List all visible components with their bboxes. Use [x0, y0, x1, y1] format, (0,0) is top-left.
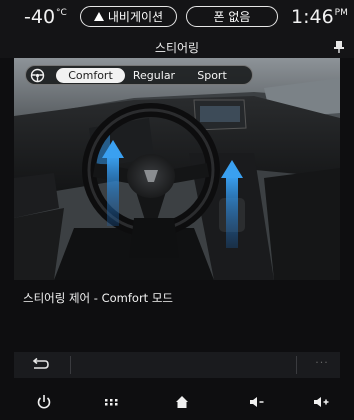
- mode-sport-button[interactable]: Sport: [184, 68, 240, 83]
- steering-illustration: Comfort Regular Sport: [14, 58, 340, 280]
- home-icon[interactable]: [170, 392, 194, 412]
- action-bar: ···: [14, 352, 340, 378]
- navigation-arrow-icon: [93, 12, 104, 21]
- phone-label: 폰 없음: [213, 10, 251, 24]
- action-divider: [70, 356, 71, 374]
- bottom-navigation: [0, 384, 354, 420]
- back-icon[interactable]: [30, 357, 50, 373]
- title-bar: 스티어링: [0, 36, 354, 58]
- volume-up-icon[interactable]: [310, 392, 334, 412]
- steering-wheel-icon: [30, 68, 45, 83]
- action-divider: [296, 356, 297, 374]
- mode-regular-button[interactable]: Regular: [126, 68, 182, 83]
- mode-description: 스티어링 제어 - Comfort 모드: [23, 291, 174, 305]
- page-title: 스티어링: [154, 41, 200, 55]
- steering-screen: -40°C 내비게이션 폰 없음 1:46PM 스티어링 Comfort Reg…: [0, 0, 354, 420]
- volume-down-icon[interactable]: [245, 392, 269, 412]
- pin-icon[interactable]: [333, 40, 345, 54]
- navigation-label: 내비게이션: [107, 10, 164, 24]
- phone-button[interactable]: 폰 없음: [186, 6, 278, 27]
- clock: 1:46PM: [291, 6, 348, 28]
- more-icon[interactable]: ···: [312, 356, 332, 374]
- car-interior-image: [14, 58, 340, 280]
- steering-mode-selector: Comfort Regular Sport: [25, 65, 253, 85]
- outside-temperature: -40°C: [24, 6, 67, 28]
- apps-grid-icon[interactable]: [99, 392, 123, 412]
- power-icon[interactable]: [32, 392, 56, 412]
- status-bar: -40°C 내비게이션 폰 없음 1:46PM: [0, 0, 354, 36]
- mode-comfort-button[interactable]: Comfort: [56, 68, 125, 83]
- navigation-button[interactable]: 내비게이션: [80, 6, 177, 27]
